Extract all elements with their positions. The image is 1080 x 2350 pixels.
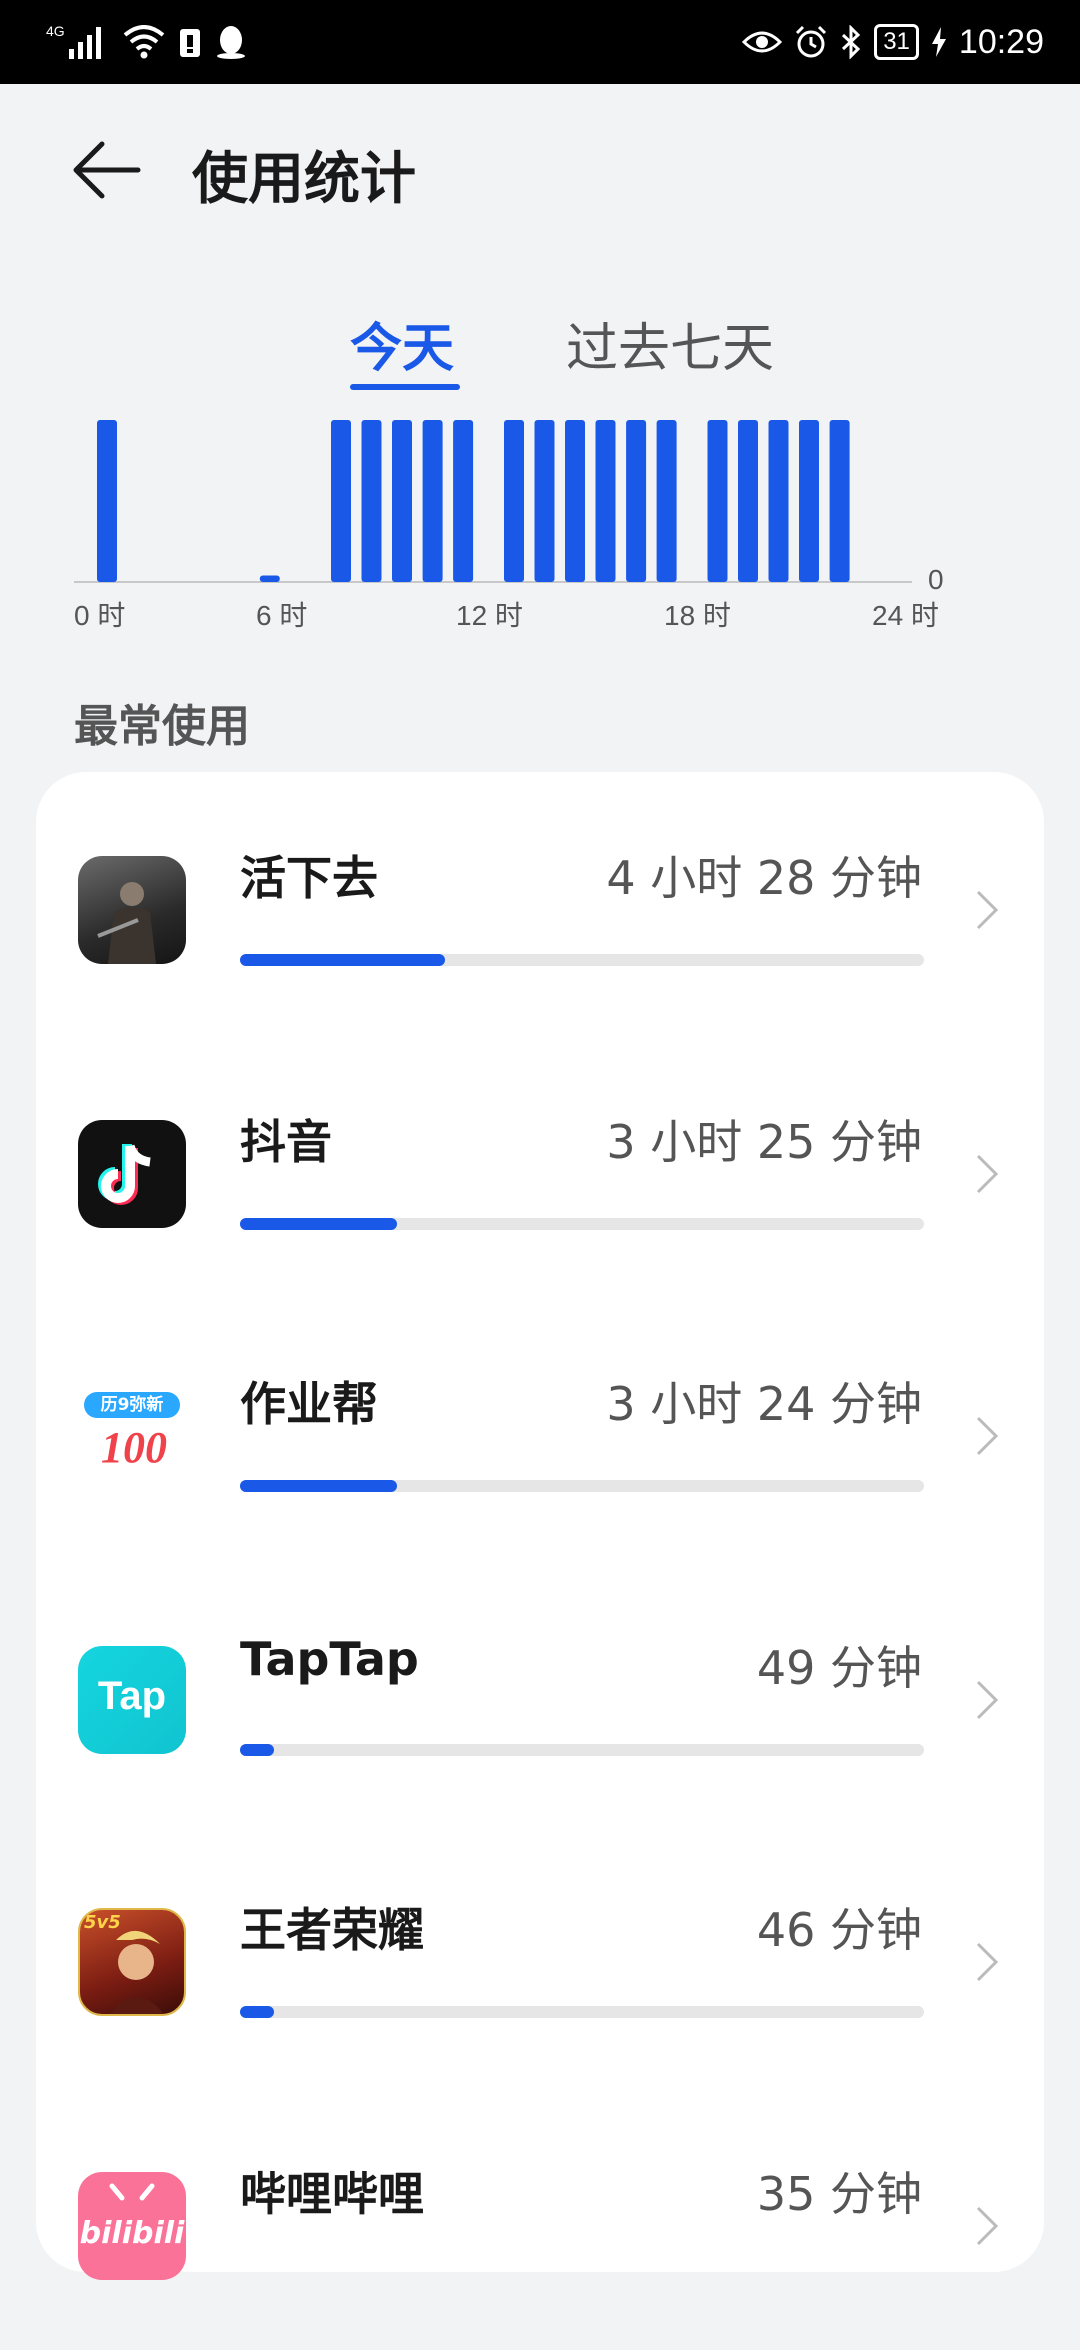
x-tick-0: 0 时 bbox=[74, 600, 126, 631]
usage-bar-16 bbox=[799, 420, 819, 582]
x-tick-18: 18 时 bbox=[664, 600, 731, 631]
app-name: 哔哩哔哩 bbox=[240, 2167, 424, 2221]
game-survival-icon bbox=[78, 856, 186, 964]
app-name: 作业帮 bbox=[240, 1377, 378, 1431]
usage-bar-9 bbox=[565, 420, 585, 582]
app-row[interactable]: 活下去 4 小时 28 分钟 bbox=[36, 772, 1044, 1034]
x-tick-24: 24 时 bbox=[872, 600, 939, 631]
taptap-wordmark: Tap bbox=[97, 1674, 167, 1718]
tab-past-seven-days[interactable]: 过去七天 bbox=[566, 306, 774, 381]
status-bar: 4G 31 10:29 bbox=[0, 0, 1080, 84]
back-arrow-icon[interactable] bbox=[72, 140, 142, 200]
usage-bar bbox=[240, 1744, 924, 1756]
zuoyebang-badge: 历9弥新 bbox=[84, 1392, 180, 1418]
usage-bar-fill bbox=[240, 954, 446, 966]
usage-bar bbox=[240, 2006, 924, 2018]
y-zero-label: 0 bbox=[928, 564, 944, 595]
header: 使用统计 bbox=[0, 84, 1080, 254]
alarm-icon bbox=[796, 25, 827, 58]
app-row[interactable]: bilibili 哔哩哔哩 35 分钟 bbox=[36, 2088, 1044, 2350]
usage-bar-3 bbox=[361, 420, 382, 582]
usage-bar-6 bbox=[453, 420, 474, 582]
usage-bar-fill bbox=[240, 1744, 275, 1756]
app-row[interactable]: 5v5 王者荣耀 46 分钟 bbox=[36, 1824, 1044, 2086]
app-usage-time: 35 分钟 bbox=[756, 2167, 922, 2221]
bilibili-icon: bilibili bbox=[78, 2172, 186, 2280]
app-row[interactable]: Tap TapTap 49 分钟 bbox=[36, 1562, 1044, 1824]
app-usage-time: 4 小时 28 分钟 bbox=[606, 851, 922, 905]
chevron-right-icon bbox=[976, 1942, 999, 1982]
usage-bar-13 bbox=[707, 420, 728, 582]
usage-bar-14 bbox=[738, 420, 758, 582]
clock: 10:29 bbox=[958, 22, 1044, 61]
usage-bar bbox=[240, 1480, 924, 1492]
page-title: 使用统计 bbox=[192, 147, 416, 212]
app-usage-time: 46 分钟 bbox=[756, 1903, 922, 1957]
hok-badge: 5v5 bbox=[84, 1912, 121, 1933]
usage-bar-fill bbox=[240, 1480, 398, 1492]
app-usage-time: 3 小时 25 分钟 bbox=[606, 1115, 922, 1169]
usage-bar-10 bbox=[595, 420, 616, 582]
network-type: 4G bbox=[46, 23, 65, 39]
douyin-icon bbox=[78, 1120, 186, 1228]
app-usage-time: 3 小时 24 分钟 bbox=[606, 1377, 922, 1431]
usage-bar-2 bbox=[331, 420, 351, 582]
battery-indicator: 31 bbox=[874, 24, 919, 60]
usage-bar bbox=[240, 1218, 924, 1230]
bluetooth-icon bbox=[842, 25, 861, 59]
eye-icon bbox=[742, 31, 783, 53]
usage-bar-8 bbox=[534, 420, 555, 582]
tab-indicator bbox=[350, 384, 460, 390]
app-usage-time: 49 分钟 bbox=[756, 1641, 922, 1695]
chevron-right-icon bbox=[976, 2206, 999, 2246]
usage-chart: 0 时 6 时 12 时 18 时 24 时 0 bbox=[0, 400, 1080, 640]
app-name: 抖音 bbox=[240, 1115, 332, 1169]
most-used-card: 活下去 4 小时 28 分钟 抖音 3 小时 25 分钟 历9弥新 100 作业… bbox=[36, 772, 1044, 2280]
usage-bar-12 bbox=[656, 420, 677, 582]
chevron-right-icon bbox=[976, 1416, 999, 1456]
x-tick-6: 6 时 bbox=[256, 600, 308, 631]
usage-bar-0 bbox=[97, 420, 117, 582]
sim-icon bbox=[179, 29, 200, 57]
zuoyebang-100: 100 bbox=[101, 1423, 167, 1472]
usage-bar-fill bbox=[240, 2006, 275, 2018]
app-name: 活下去 bbox=[240, 851, 378, 905]
charging-icon bbox=[931, 27, 946, 57]
chevron-right-icon bbox=[976, 1154, 999, 1194]
x-tick-12: 12 时 bbox=[456, 600, 523, 631]
usage-bar bbox=[240, 954, 924, 966]
usage-bar-5 bbox=[422, 420, 443, 582]
app-row[interactable]: 抖音 3 小时 25 分钟 bbox=[36, 1036, 1044, 1298]
usage-bar-17 bbox=[829, 420, 850, 582]
zuoyebang-icon: 历9弥新 100 bbox=[78, 1382, 186, 1490]
tab-today[interactable]: 今天 bbox=[350, 306, 454, 381]
usage-bar-11 bbox=[626, 420, 647, 582]
chevron-right-icon bbox=[976, 890, 999, 930]
taptap-icon: Tap bbox=[78, 1646, 186, 1754]
qq-icon bbox=[216, 26, 245, 59]
usage-bar-1 bbox=[259, 575, 280, 582]
usage-bar-fill bbox=[240, 1218, 398, 1230]
app-name: TapTap bbox=[240, 1632, 419, 1686]
bilibili-wordmark: bilibili bbox=[79, 2216, 185, 2251]
signal-icon bbox=[68, 27, 101, 59]
section-title: 最常使用 bbox=[74, 701, 250, 752]
app-row[interactable]: 历9弥新 100 作业帮 3 小时 24 分钟 bbox=[36, 1298, 1044, 1560]
app-name: 王者荣耀 bbox=[240, 1903, 424, 1957]
honor-of-kings-icon: 5v5 bbox=[78, 1908, 186, 2016]
usage-bar-7 bbox=[504, 420, 524, 582]
usage-bar-15 bbox=[768, 420, 789, 582]
usage-bar-4 bbox=[392, 420, 412, 582]
wifi-icon bbox=[123, 25, 164, 59]
chevron-right-icon bbox=[976, 1680, 999, 1720]
battery-level: 31 bbox=[883, 28, 910, 55]
